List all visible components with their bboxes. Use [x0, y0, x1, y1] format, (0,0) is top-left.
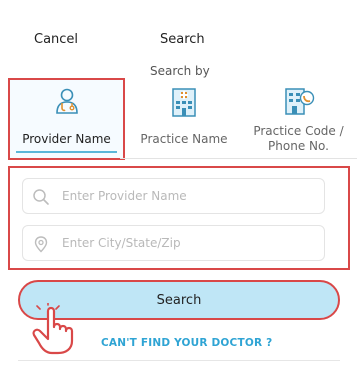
doctor-icon	[52, 86, 82, 120]
tab-practice-code-phone[interactable]: Practice Code / Phone No.	[240, 78, 357, 160]
tabs-divider	[120, 158, 357, 159]
hospital-building-icon	[169, 86, 199, 122]
tab-label: Practice Name	[140, 132, 228, 146]
active-tab-indicator	[16, 151, 117, 153]
page-title: Search	[160, 32, 205, 47]
provider-name-placeholder: Enter Provider Name	[62, 189, 187, 203]
tab-label: Provider Name	[22, 132, 111, 146]
building-phone-icon	[283, 86, 315, 120]
provider-name-input[interactable]: Enter Provider Name	[22, 178, 325, 214]
search-screen: Cancel Search Search by Provider Name Pr…	[0, 0, 357, 371]
search-by-label: Search by	[150, 64, 210, 78]
location-pin-icon	[32, 235, 50, 257]
tab-practice-name[interactable]: Practice Name	[128, 78, 240, 160]
search-icon	[32, 188, 50, 210]
bottom-divider	[18, 360, 340, 361]
location-placeholder: Enter City/State/Zip	[62, 236, 181, 250]
tab-label-line2: Phone No.	[268, 139, 329, 153]
pointing-hand-icon	[28, 300, 80, 359]
tab-label: Practice Code / Phone No.	[240, 124, 357, 154]
location-input[interactable]: Enter City/State/Zip	[22, 225, 325, 261]
cant-find-doctor-link[interactable]: CAN'T FIND YOUR DOCTOR ?	[101, 337, 272, 349]
cancel-button[interactable]: Cancel	[34, 32, 78, 47]
tab-label-line1: Practice Code /	[253, 124, 344, 138]
tab-provider-name[interactable]: Provider Name	[8, 78, 125, 160]
